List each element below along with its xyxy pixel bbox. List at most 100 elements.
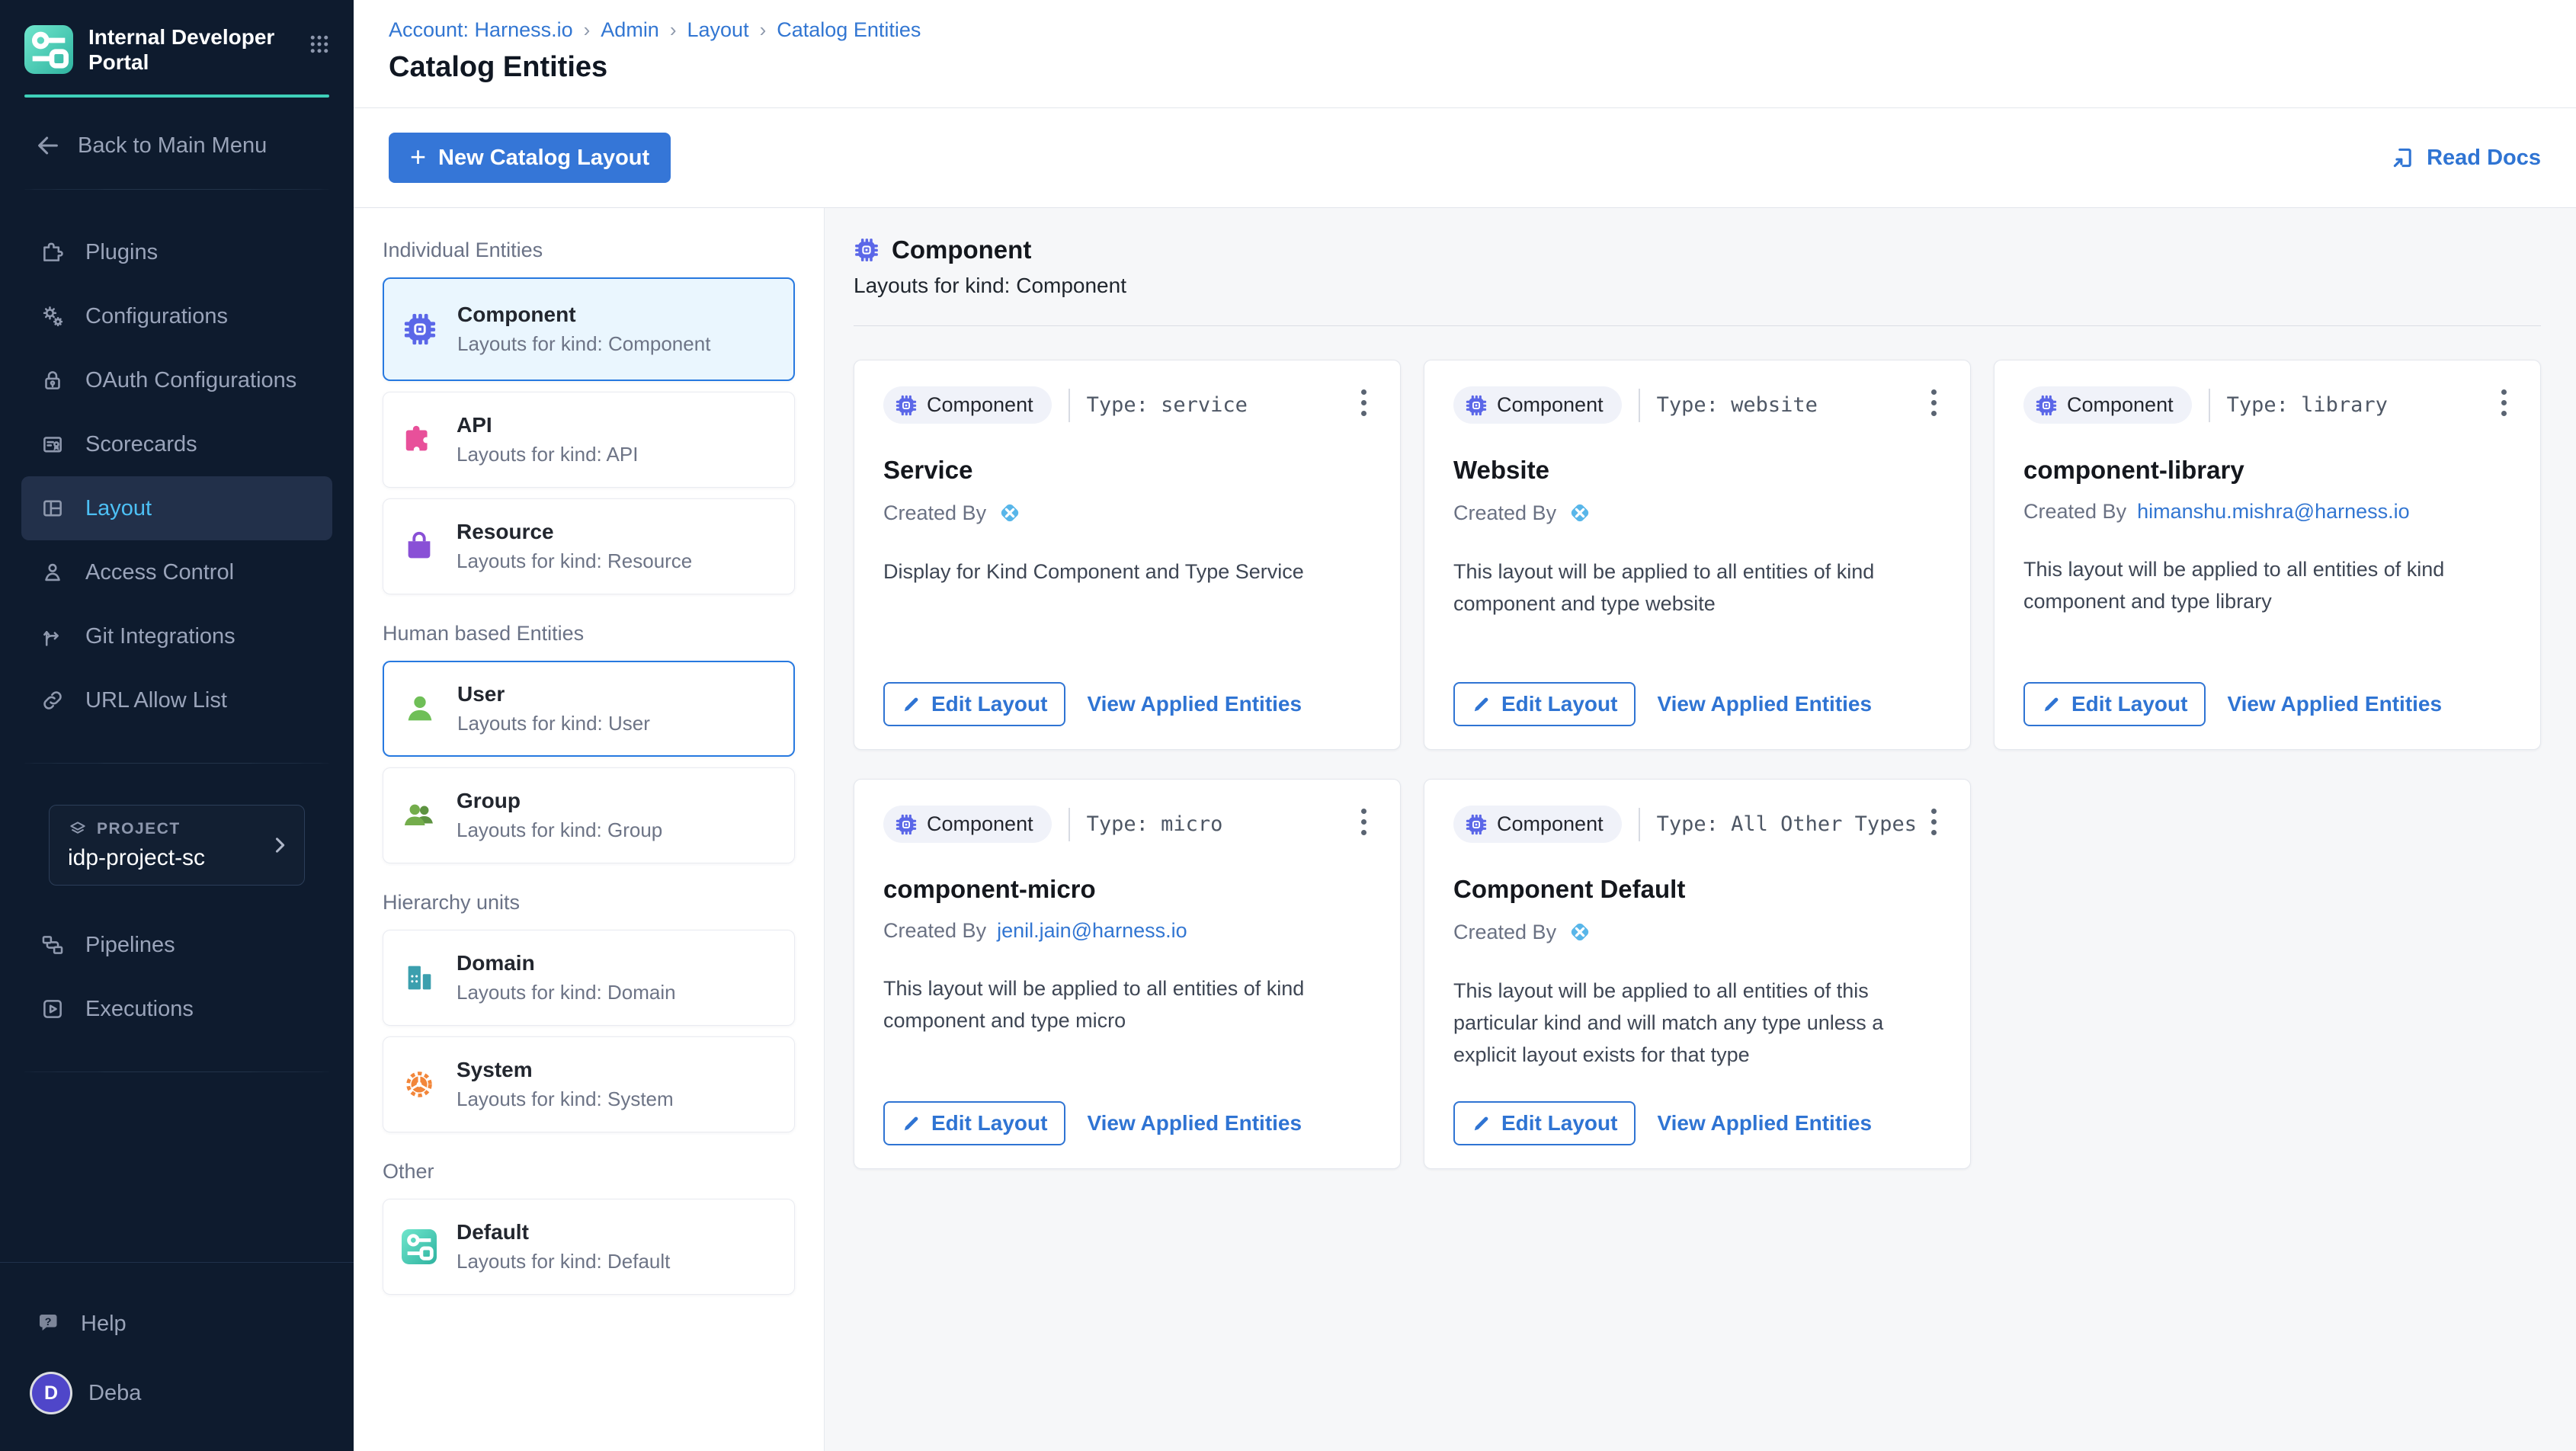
project-name: idp-project-sc <box>68 845 286 871</box>
layout-title: component-library <box>2023 456 2511 485</box>
edit-layout-button[interactable]: Edit Layout <box>883 682 1065 726</box>
app-grid-icon[interactable] <box>308 33 331 56</box>
entity-kind-domain[interactable]: Domain Layouts for kind: Domain <box>383 930 795 1026</box>
component-chip-icon <box>895 394 918 417</box>
brand: Internal Developer Portal <box>0 0 354 94</box>
breadcrumb-admin[interactable]: Admin <box>601 18 659 42</box>
type-label: Type: library <box>2209 389 2388 422</box>
card-menu-button[interactable] <box>1927 806 1941 838</box>
breadcrumb-separator: › <box>584 18 591 42</box>
sidebar-item-oauth-configurations[interactable]: OAuth Configurations <box>21 348 332 412</box>
sidebar-item-plugins[interactable]: Plugins <box>21 220 332 284</box>
layout-title: component-micro <box>883 875 1371 904</box>
creator-email-link[interactable]: himanshu.mishra@harness.io <box>2137 500 2410 524</box>
layout-cards-grid: Component Type: service Service Created … <box>854 360 2541 1169</box>
configurations-icon <box>40 303 66 329</box>
created-by-row: Created By <box>1453 500 1941 526</box>
layout-title: Service <box>883 456 1371 485</box>
breadcrumb-account[interactable]: Account: Harness.io <box>389 18 573 42</box>
breadcrumb-separator: › <box>670 18 677 42</box>
sidebar-item-executions[interactable]: Executions <box>21 977 332 1041</box>
entity-kind-user[interactable]: User Layouts for kind: User <box>383 661 795 757</box>
back-arrow-icon <box>35 133 61 159</box>
edit-layout-button[interactable]: Edit Layout <box>1453 682 1636 726</box>
entity-kind-default[interactable]: Default Layouts for kind: Default <box>383 1199 795 1295</box>
view-applied-entities-link[interactable]: View Applied Entities <box>1087 1111 1302 1135</box>
sidebar-divider <box>23 189 331 190</box>
component-chip-icon <box>2035 394 2058 417</box>
sidebar-item-pipelines[interactable]: Pipelines <box>21 913 332 977</box>
kind-header: Component <box>854 235 2541 264</box>
creator-email-link[interactable]: jenil.jain@harness.io <box>997 919 1187 943</box>
entity-kind-api[interactable]: API Layouts for kind: API <box>383 392 795 488</box>
toolbar: + New Catalog Layout Read Docs <box>354 108 2576 208</box>
entity-kind-resource[interactable]: Resource Layouts for kind: Resource <box>383 498 795 594</box>
kind-badge: Component <box>883 806 1052 843</box>
layout-description: Display for Kind Component and Type Serv… <box>883 556 1371 588</box>
sidebar-item-git-integrations[interactable]: Git Integrations <box>21 604 332 668</box>
layout-description: This layout will be applied to all entit… <box>2023 554 2511 618</box>
component-chip-icon <box>1465 813 1488 836</box>
type-label: Type: micro <box>1069 808 1223 841</box>
project-selector[interactable]: PROJECT idp-project-sc <box>49 805 305 886</box>
api-puzzle-icon <box>402 422 437 457</box>
admin-menu: Plugins Configurations OAuth Configurati… <box>0 220 354 732</box>
back-label: Back to Main Menu <box>78 133 267 159</box>
layout-description: This layout will be applied to all entit… <box>883 973 1371 1037</box>
brand-title: Internal Developer Portal <box>88 24 293 75</box>
scorecards-icon <box>40 431 66 457</box>
card-menu-button[interactable] <box>1357 386 1371 419</box>
default-logo-icon <box>402 1229 437 1264</box>
sidebar-item-help[interactable]: ? Help <box>35 1310 354 1337</box>
card-menu-button[interactable] <box>1357 806 1371 838</box>
harness-logo-icon <box>1567 919 1593 945</box>
layouts-main: Component Layouts for kind: Component Co… <box>825 208 2576 1451</box>
breadcrumb-catalog-entities[interactable]: Catalog Entities <box>777 18 921 42</box>
sidebar-item-scorecards[interactable]: Scorecards <box>21 412 332 476</box>
type-label: Type: website <box>1639 389 1818 422</box>
view-applied-entities-link[interactable]: View Applied Entities <box>1657 692 1872 716</box>
entity-kind-component[interactable]: Component Layouts for kind: Component <box>383 277 795 381</box>
layout-card-component-micro: Component Type: micro component-micro Cr… <box>854 779 1401 1169</box>
edit-layout-button[interactable]: Edit Layout <box>883 1101 1065 1145</box>
user-menu[interactable]: D Deba <box>32 1374 354 1412</box>
breadcrumb-layout[interactable]: Layout <box>687 18 749 42</box>
view-applied-entities-link[interactable]: View Applied Entities <box>1657 1111 1872 1135</box>
pencil-icon <box>1472 1113 1491 1133</box>
kind-badge: Component <box>1453 806 1622 843</box>
new-catalog-layout-button[interactable]: + New Catalog Layout <box>389 133 671 183</box>
sidebar-item-access-control[interactable]: Access Control <box>21 540 332 604</box>
harness-idp-logo-icon <box>24 25 73 74</box>
lock-icon <box>40 367 66 393</box>
content-area: Account: Harness.io › Admin › Layout › C… <box>354 0 2576 1451</box>
entity-kind-group[interactable]: Group Layouts for kind: Group <box>383 767 795 863</box>
layout-description: This layout will be applied to all entit… <box>1453 975 1941 1071</box>
back-to-main-menu[interactable]: Back to Main Menu <box>35 133 326 159</box>
component-chip-icon <box>402 312 437 347</box>
sidebar-item-configurations[interactable]: Configurations <box>21 284 332 348</box>
kind-badge: Component <box>883 386 1052 424</box>
person-icon <box>40 559 66 585</box>
page-title: Catalog Entities <box>389 51 2576 84</box>
view-applied-entities-link[interactable]: View Applied Entities <box>1087 692 1302 716</box>
layout-title: Component Default <box>1453 875 1941 904</box>
chevron-right-icon <box>269 834 290 856</box>
entity-kind-system[interactable]: System Layouts for kind: System <box>383 1036 795 1132</box>
component-chip-icon <box>895 813 918 836</box>
user-name: Deba <box>88 1381 141 1406</box>
entity-kind-panel: Individual Entities Component Layouts fo… <box>354 208 825 1451</box>
edit-layout-button[interactable]: Edit Layout <box>2023 682 2206 726</box>
card-menu-button[interactable] <box>2497 386 2511 419</box>
read-docs-link[interactable]: Read Docs <box>2390 145 2541 171</box>
pencil-icon <box>2042 694 2062 714</box>
created-by-row: Created By <box>1453 919 1941 945</box>
sidebar-item-url-allow-list[interactable]: URL Allow List <box>21 668 332 732</box>
sidebar-item-layout[interactable]: Layout <box>21 476 332 540</box>
section-label: Human based Entities <box>383 622 795 645</box>
card-menu-button[interactable] <box>1927 386 1941 419</box>
layout-description: This layout will be applied to all entit… <box>1453 556 1941 620</box>
edit-layout-button[interactable]: Edit Layout <box>1453 1101 1636 1145</box>
harness-logo-icon <box>1567 500 1593 526</box>
layout-title: Website <box>1453 456 1941 485</box>
view-applied-entities-link[interactable]: View Applied Entities <box>2227 692 2442 716</box>
